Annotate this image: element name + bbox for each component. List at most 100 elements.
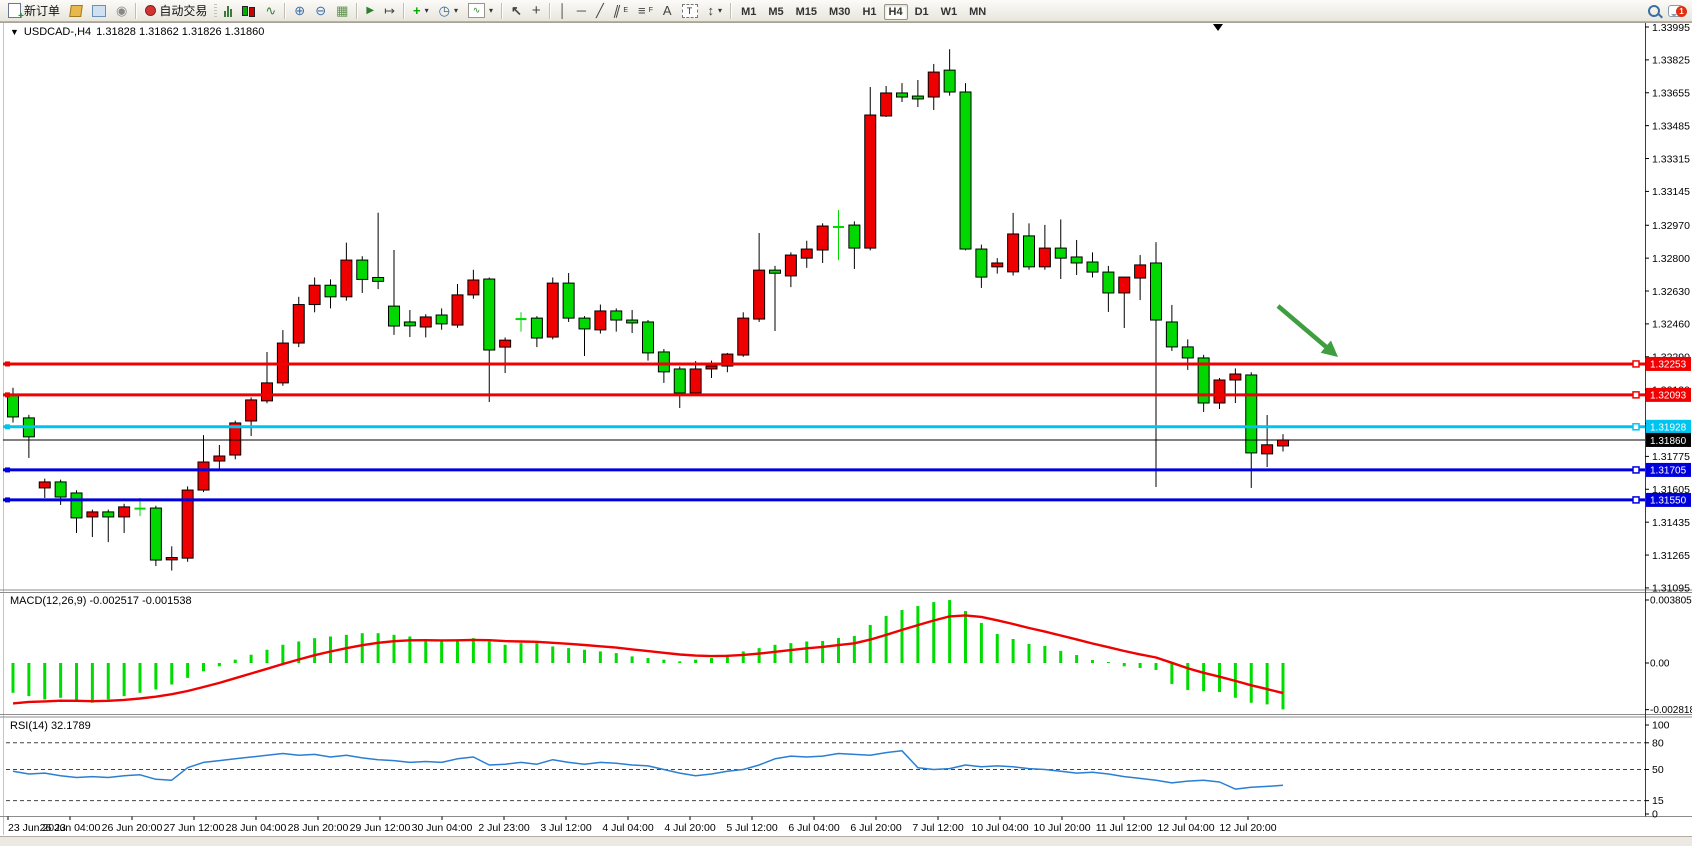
channel-tool-button[interactable]: ∥E — [609, 0, 633, 22]
timeframe-button-D1[interactable]: D1 — [910, 4, 934, 20]
svg-text:6 Jul 20:00: 6 Jul 20:00 — [850, 822, 902, 834]
macd-indicator-label: MACD(12,26,9) -0.002517 -0.001538 — [10, 595, 192, 607]
toolbar-separator — [403, 3, 405, 19]
toolbar-right-tools: 1 — [1648, 5, 1689, 17]
channel-icon-sub: E — [623, 7, 628, 14]
notification-badge[interactable]: 1 — [1676, 6, 1687, 17]
svg-text:1.33655: 1.33655 — [1652, 88, 1690, 100]
macd-panel — [12, 600, 1285, 709]
horizontal-line-tool-button[interactable]: ─ — [572, 0, 591, 22]
time-axis[interactable]: 23 Jun 202326 Jun 04:0026 Jun 20:0027 Ju… — [8, 817, 1277, 835]
svg-text:1.31775: 1.31775 — [1652, 451, 1690, 463]
svg-text:1.33315: 1.33315 — [1652, 153, 1690, 165]
timeframe-button-M5[interactable]: M5 — [763, 4, 788, 20]
svg-text:2 Jul 23:00: 2 Jul 23:00 — [478, 822, 530, 834]
indicator-axes[interactable]: 0.0038050.00-0.0028181008050150 — [1645, 596, 1692, 821]
profiles-icon — [92, 5, 106, 17]
new-order-icon: + — [8, 3, 21, 18]
svg-text:0: 0 — [1652, 809, 1658, 821]
chart-title-dropdown-icon[interactable]: ▼ — [10, 27, 19, 37]
timeframe-button-M1[interactable]: M1 — [736, 4, 761, 20]
chart-shift-button[interactable]: ↦ — [379, 0, 400, 22]
svg-text:1.33485: 1.33485 — [1652, 120, 1690, 132]
svg-text:1.31860: 1.31860 — [1650, 436, 1687, 447]
svg-text:26 Jun 04:00: 26 Jun 04:00 — [40, 822, 101, 834]
new-chart-button[interactable]: + ▾ — [408, 0, 434, 22]
timeframe-group: M1M5M15M30H1H4D1W1MN — [735, 4, 992, 18]
crosshair-tool-button[interactable]: + — [527, 0, 546, 22]
toolbar-separator — [356, 3, 358, 19]
clock-icon: ◷ — [439, 4, 450, 17]
profiles-button[interactable] — [87, 0, 111, 22]
price-chart-canvas[interactable]: 1.339951.338251.336551.334851.333151.331… — [0, 0, 1692, 845]
candlestick-chart-button[interactable] — [237, 0, 260, 22]
svg-text:1.32093: 1.32093 — [1650, 391, 1687, 402]
auto-scroll-button[interactable]: ▶ — [361, 0, 379, 22]
text-tool-icon: A — [663, 4, 672, 17]
current-price-line: 1.31860 — [3, 433, 1691, 447]
dropdown-caret-icon: ▾ — [718, 6, 722, 15]
arrows-tool-icon: ↕ — [708, 4, 715, 17]
fibonacci-icon-sub: F — [649, 7, 653, 14]
toolbar-separator — [284, 3, 286, 19]
svg-text:1.31928: 1.31928 — [1650, 423, 1687, 434]
cursor-tool-button[interactable]: ↖ — [506, 0, 527, 22]
fibonacci-icon: ≡ — [638, 4, 646, 17]
svg-text:1.31095: 1.31095 — [1652, 583, 1690, 595]
indicators-button[interactable]: ∿ ▾ — [463, 0, 498, 22]
svg-text:3 Jul 12:00: 3 Jul 12:00 — [540, 822, 592, 834]
toolbar-grip — [214, 4, 217, 18]
svg-text:30 Jun 04:00: 30 Jun 04:00 — [412, 822, 473, 834]
market-depth-button[interactable] — [65, 0, 87, 22]
svg-text:1.31265: 1.31265 — [1652, 550, 1690, 562]
timeframe-button-M15[interactable]: M15 — [791, 4, 822, 20]
dropdown-caret-icon: ▾ — [489, 6, 493, 15]
svg-text:6 Jul 04:00: 6 Jul 04:00 — [788, 822, 840, 834]
chart-quotes: 1.31828 1.31862 1.31826 1.31860 — [96, 26, 264, 38]
horizontal-line-1.31705[interactable]: 1.31705 — [3, 463, 1691, 477]
zoom-in-icon: ⊕ — [294, 4, 305, 17]
candlestick-chart-icon — [242, 5, 255, 17]
fibonacci-tool-button[interactable]: ≡F — [633, 0, 658, 22]
horizontal-line-1.31928[interactable]: 1.31928 — [3, 420, 1691, 434]
toolbar-separator — [135, 3, 137, 19]
line-chart-button[interactable]: ∿ — [260, 0, 281, 22]
vertical-line-tool-button[interactable]: │ — [554, 0, 572, 22]
text-label-tool-button[interactable]: T — [677, 0, 703, 22]
svg-text:12 Jul 20:00: 12 Jul 20:00 — [1219, 822, 1276, 834]
arrows-tool-button[interactable]: ↕ ▾ — [703, 0, 728, 22]
tile-windows-button[interactable]: ▦ — [331, 0, 353, 22]
price-axis[interactable]: 1.339951.338251.336551.334851.333151.331… — [1645, 22, 1690, 595]
toolbar-separator — [730, 3, 732, 19]
timeframe-button-H1[interactable]: H1 — [857, 4, 881, 20]
svg-text:10 Jul 04:00: 10 Jul 04:00 — [971, 822, 1028, 834]
new-order-button[interactable]: + 新订单 — [3, 0, 65, 22]
svg-text:7 Jul 12:00: 7 Jul 12:00 — [912, 822, 964, 834]
svg-text:1.33995: 1.33995 — [1652, 22, 1690, 34]
arrow-annotation[interactable] — [1278, 306, 1338, 357]
timeframe-button-H4[interactable]: H4 — [884, 4, 908, 20]
chart-shift-icon: ↦ — [384, 4, 395, 17]
signals-button[interactable]: ◉ — [111, 0, 132, 22]
bar-chart-button[interactable] — [219, 0, 237, 22]
timeframe-button-M30[interactable]: M30 — [824, 4, 855, 20]
text-tool-button[interactable]: A — [658, 0, 677, 22]
cursor-icon: ↖ — [511, 4, 522, 17]
toolbar-separator — [501, 3, 503, 19]
svg-text:0.003805: 0.003805 — [1650, 596, 1692, 607]
svg-text:-0.002818: -0.002818 — [1650, 705, 1692, 716]
zoom-out-button[interactable]: ⊖ — [310, 0, 331, 22]
zoom-in-button[interactable]: ⊕ — [289, 0, 310, 22]
periods-button[interactable]: ◷ ▾ — [434, 0, 463, 22]
svg-text:11 Jul 12:00: 11 Jul 12:00 — [1096, 822, 1153, 834]
search-icon[interactable] — [1648, 5, 1660, 17]
timeframe-button-MN[interactable]: MN — [964, 4, 991, 20]
horizontal-line-1.32253[interactable]: 1.32253 — [3, 357, 1691, 371]
chart-shift-marker-icon[interactable] — [1213, 24, 1223, 31]
svg-text:5 Jul 12:00: 5 Jul 12:00 — [726, 822, 778, 834]
timeframe-button-W1[interactable]: W1 — [936, 4, 963, 20]
trendline-tool-button[interactable]: ╱ — [591, 0, 609, 22]
dropdown-caret-icon: ▾ — [454, 6, 458, 15]
horizontal-line-1.31550[interactable]: 1.31550 — [3, 493, 1691, 507]
autotrading-button[interactable]: 自动交易 — [140, 0, 212, 22]
